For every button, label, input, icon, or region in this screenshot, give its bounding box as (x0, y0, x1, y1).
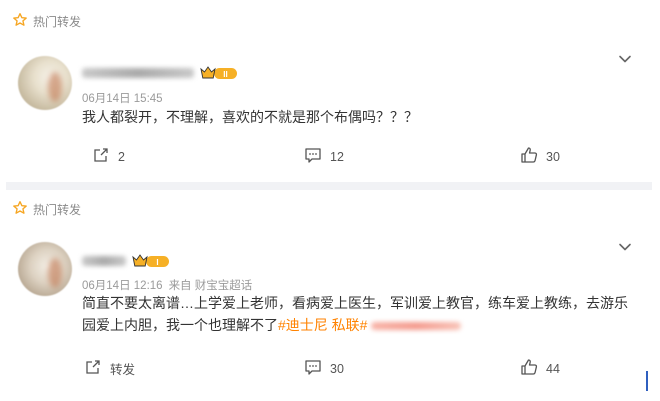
hot-repost-header: 热门转发 (12, 200, 81, 219)
comment-text: 我人都裂开，不理解，喜欢的不就是那个布偶吗？？？ (82, 106, 630, 128)
comment-button[interactable]: 30 (304, 358, 344, 379)
comment-icon (304, 146, 322, 167)
timestamp: 06月14日 15:45 (82, 93, 163, 105)
repost-card-2: 热门转发 I 06月14日 12:16 来自 财宝宝超话 简直不要太离谱…上学爱… (0, 190, 660, 401)
comment-button[interactable]: 12 (304, 146, 344, 167)
topic-link[interactable]: #迪士尼 私联# (278, 317, 367, 333)
username[interactable] (82, 256, 126, 266)
level-label: I (156, 258, 158, 267)
comment-count: 12 (330, 149, 344, 164)
hot-repost-label: 热门转发 (33, 15, 82, 29)
star-icon (12, 12, 28, 31)
chevron-down-icon[interactable] (618, 240, 632, 254)
like-count: 44 (546, 361, 560, 376)
action-bar: 转发 30 44 (0, 358, 660, 378)
like-count: 30 (546, 149, 560, 164)
like-icon (520, 146, 538, 167)
avatar[interactable] (18, 56, 72, 110)
source-label[interactable]: 来自 财宝宝超话 (169, 277, 253, 293)
redacted-mention (371, 322, 462, 331)
timestamp: 06月14日 12:16 (82, 280, 163, 292)
repost-count: 2 (118, 149, 125, 164)
chevron-down-icon[interactable] (618, 52, 632, 66)
hot-repost-header: 热门转发 (12, 12, 81, 31)
card-divider (6, 182, 652, 190)
avatar[interactable] (18, 242, 72, 296)
repost-card-1: 热门转发 II 06月14日 15:45 我人都裂开，不理解，喜欢的不就是那个布… (0, 0, 660, 182)
comment-meta: 06月14日 12:16 来自 财宝宝超话 (82, 277, 252, 293)
star-icon (12, 200, 28, 219)
crown-badge-icon: I (132, 253, 170, 269)
like-icon (520, 358, 538, 379)
comment-icon (304, 358, 322, 379)
comment-text: 简直不要太离谱…上学爱上老师，看病爱上医生，军训爱上教官，练车爱上教练，去游乐园… (82, 292, 630, 336)
repost-button[interactable]: 2 (92, 146, 125, 167)
like-button[interactable]: 44 (520, 358, 560, 379)
comment-meta: 06月14日 15:45 (82, 90, 163, 106)
crown-badge-icon: II (200, 65, 238, 81)
username[interactable] (82, 68, 194, 78)
comment-count: 30 (330, 361, 344, 376)
repost-icon (92, 146, 110, 167)
repost-button[interactable]: 转发 (84, 358, 135, 379)
text-cursor (646, 371, 648, 391)
action-bar: 2 12 30 (0, 146, 660, 166)
comment-body: 我人都裂开，不理解，喜欢的不就是那个布偶吗？？？ (82, 109, 418, 125)
like-button[interactable]: 30 (520, 146, 560, 167)
repost-label: 转发 (110, 363, 136, 377)
repost-icon (84, 358, 102, 379)
level-label: II (223, 70, 227, 79)
hot-repost-label: 热门转发 (33, 203, 82, 217)
